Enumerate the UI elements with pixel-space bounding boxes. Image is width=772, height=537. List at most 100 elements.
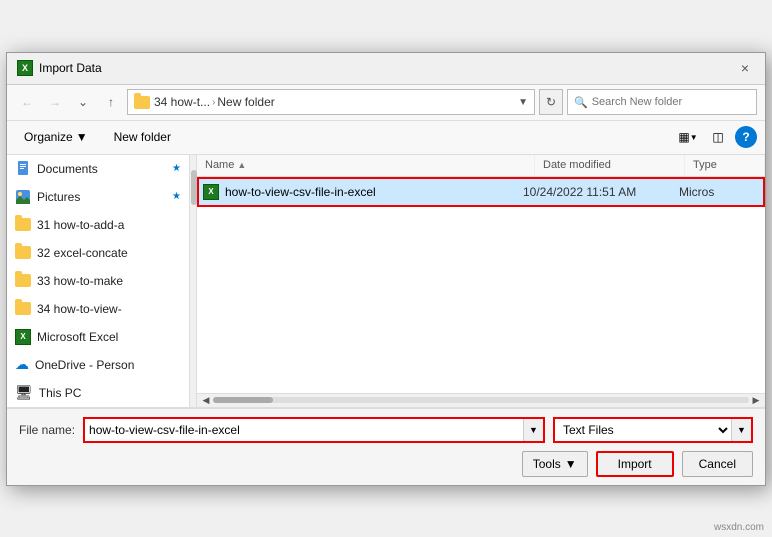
sidebar-item-onedrive[interactable]: ☁ OneDrive - Person: [7, 351, 189, 379]
folder34-label: 34 how-to-view-: [37, 302, 122, 316]
onedrive-label: OneDrive - Person: [35, 358, 134, 372]
col-type-label: Type: [693, 159, 717, 171]
folder32-icon: [15, 246, 31, 259]
excel-app-icon: X: [17, 60, 33, 76]
col-header-date[interactable]: Date modified: [535, 155, 685, 176]
organize-dropdown-icon: ▼: [76, 130, 88, 144]
bottom-bar: File name: ▼ Text Files All Files CSV Fi…: [7, 408, 765, 485]
search-icon: 🔍: [574, 96, 588, 109]
col-date-label: Date modified: [543, 159, 611, 171]
search-bar: 🔍: [567, 89, 757, 115]
sidebar-scroll-thumb: [191, 170, 197, 205]
file-name-cell: X how-to-view-csv-file-in-excel: [203, 184, 517, 200]
scroll-right-button[interactable]: ▶: [749, 393, 763, 407]
col-header-type[interactable]: Type: [685, 155, 765, 176]
folder33-icon: [15, 274, 31, 287]
sidebar-item-folder32[interactable]: 32 excel-concate: [7, 239, 189, 267]
view-toggle-button[interactable]: ▦ ▼: [675, 125, 701, 149]
refresh-button[interactable]: ↻: [539, 89, 563, 115]
help-button[interactable]: ?: [735, 126, 757, 148]
file-type-cell: Micros: [679, 185, 759, 199]
new-folder-label: New folder: [114, 130, 171, 144]
import-button[interactable]: Import: [596, 451, 674, 477]
sidebar-item-folder31[interactable]: 31 how-to-add-a: [7, 211, 189, 239]
breadcrumb-separator: ›: [212, 97, 215, 108]
up-button[interactable]: ↑: [99, 90, 123, 114]
organize-button[interactable]: Organize ▼: [15, 125, 97, 149]
h-scrollbar[interactable]: ◀ ▶: [197, 393, 765, 407]
folder34-icon: [15, 302, 31, 315]
pictures-label: Pictures: [37, 190, 80, 204]
action-row: Tools ▼ Import Cancel: [19, 451, 753, 477]
excel-label: Microsoft Excel: [37, 330, 118, 344]
sidebar-item-folder34[interactable]: 34 how-to-view-: [7, 295, 189, 323]
breadcrumb[interactable]: 34 how-t... › New folder ▼: [127, 89, 535, 115]
pc-icon: 🖥: [15, 384, 33, 401]
breadcrumb-dropdown[interactable]: ▼: [518, 97, 528, 108]
toolbar: Organize ▼ New folder ▦ ▼ ◫ ?: [7, 121, 765, 155]
scroll-left-button[interactable]: ◀: [199, 393, 213, 407]
filename-row: File name: ▼ Text Files All Files CSV Fi…: [19, 417, 753, 443]
view-icon1: ▦: [678, 130, 689, 144]
toolbar-right: ▦ ▼ ◫ ?: [675, 125, 757, 149]
breadcrumb-folder-icon: [134, 96, 150, 109]
scroll-thumb: [213, 397, 273, 403]
search-input[interactable]: [592, 96, 750, 108]
sort-arrow: ▲: [237, 160, 246, 170]
folder32-label: 32 excel-concate: [37, 246, 128, 260]
tools-button[interactable]: Tools ▼: [522, 451, 588, 477]
breadcrumb-part1: 34 how-t...: [154, 95, 210, 109]
documents-label: Documents: [37, 162, 98, 176]
filename-input-wrap: ▼: [83, 417, 545, 443]
filetype-select[interactable]: Text Files All Files CSV Files: [555, 419, 731, 441]
sidebar-item-folder33[interactable]: 33 how-to-make: [7, 267, 189, 295]
file-list: X how-to-view-csv-file-in-excel 10/24/20…: [197, 177, 765, 393]
sidebar-item-this-pc[interactable]: 🖥 This PC: [7, 379, 189, 407]
tools-dropdown-icon: ▼: [565, 457, 577, 471]
filename-input[interactable]: [85, 419, 523, 441]
folder31-label: 31 how-to-add-a: [37, 218, 124, 232]
organize-label: Organize: [24, 130, 73, 144]
table-row[interactable]: X how-to-view-csv-file-in-excel 10/24/20…: [197, 177, 765, 207]
breadcrumb-part2: New folder: [217, 95, 274, 109]
filetype-select-wrap: Text Files All Files CSV Files ▼: [553, 417, 753, 443]
folder33-label: 33 how-to-make: [37, 274, 123, 288]
import-dialog: X Import Data × ← → ⌄ ↑ 34 how-t... › Ne…: [6, 52, 766, 486]
preview-icon: ◫: [712, 130, 723, 144]
file-name: how-to-view-csv-file-in-excel: [225, 185, 376, 199]
folder31-icon: [15, 218, 31, 231]
sidebar-item-excel[interactable]: X Microsoft Excel: [7, 323, 189, 351]
nav-bar: ← → ⌄ ↑ 34 how-t... › New folder ▼ ↻ 🔍: [7, 85, 765, 121]
documents-icon: [15, 161, 31, 177]
file-date-cell: 10/24/2022 11:51 AM: [523, 185, 673, 199]
filetype-dropdown-button[interactable]: ▼: [731, 419, 751, 441]
title-bar: X Import Data ×: [7, 53, 765, 85]
filename-label: File name:: [19, 423, 75, 437]
file-list-header: Name ▲ Date modified Type: [197, 155, 765, 177]
col-header-name[interactable]: Name ▲: [197, 155, 535, 176]
main-content: Documents Pictures 31 how-to-add-a: [7, 155, 765, 408]
recent-locations-button[interactable]: ⌄: [71, 90, 95, 114]
sidebar: Documents Pictures 31 how-to-add-a: [7, 155, 189, 407]
back-button[interactable]: ←: [15, 90, 39, 114]
tools-label: Tools: [533, 457, 561, 471]
cancel-button[interactable]: Cancel: [682, 451, 753, 477]
breadcrumb-parts: 34 how-t... › New folder: [154, 95, 514, 109]
new-folder-button[interactable]: New folder: [105, 125, 180, 149]
title-bar-left: X Import Data: [17, 60, 102, 76]
this-pc-label: This PC: [39, 386, 82, 400]
preview-pane-button[interactable]: ◫: [705, 125, 731, 149]
file-area: Name ▲ Date modified Type X how-to-view-…: [197, 155, 765, 407]
dialog-title: Import Data: [39, 61, 102, 75]
sidebar-item-pictures[interactable]: Pictures: [7, 183, 189, 211]
pictures-icon: [15, 189, 31, 205]
onedrive-icon: ☁: [15, 356, 29, 373]
filename-dropdown-button[interactable]: ▼: [523, 419, 543, 441]
watermark: wsxdn.com: [714, 522, 764, 533]
close-button[interactable]: ×: [735, 58, 755, 78]
file-excel-icon: X: [203, 184, 219, 200]
sidebar-scrollbar[interactable]: [189, 155, 196, 407]
sidebar-wrapper: Documents Pictures 31 how-to-add-a: [7, 155, 197, 407]
sidebar-item-documents[interactable]: Documents: [7, 155, 189, 183]
forward-button[interactable]: →: [43, 90, 67, 114]
